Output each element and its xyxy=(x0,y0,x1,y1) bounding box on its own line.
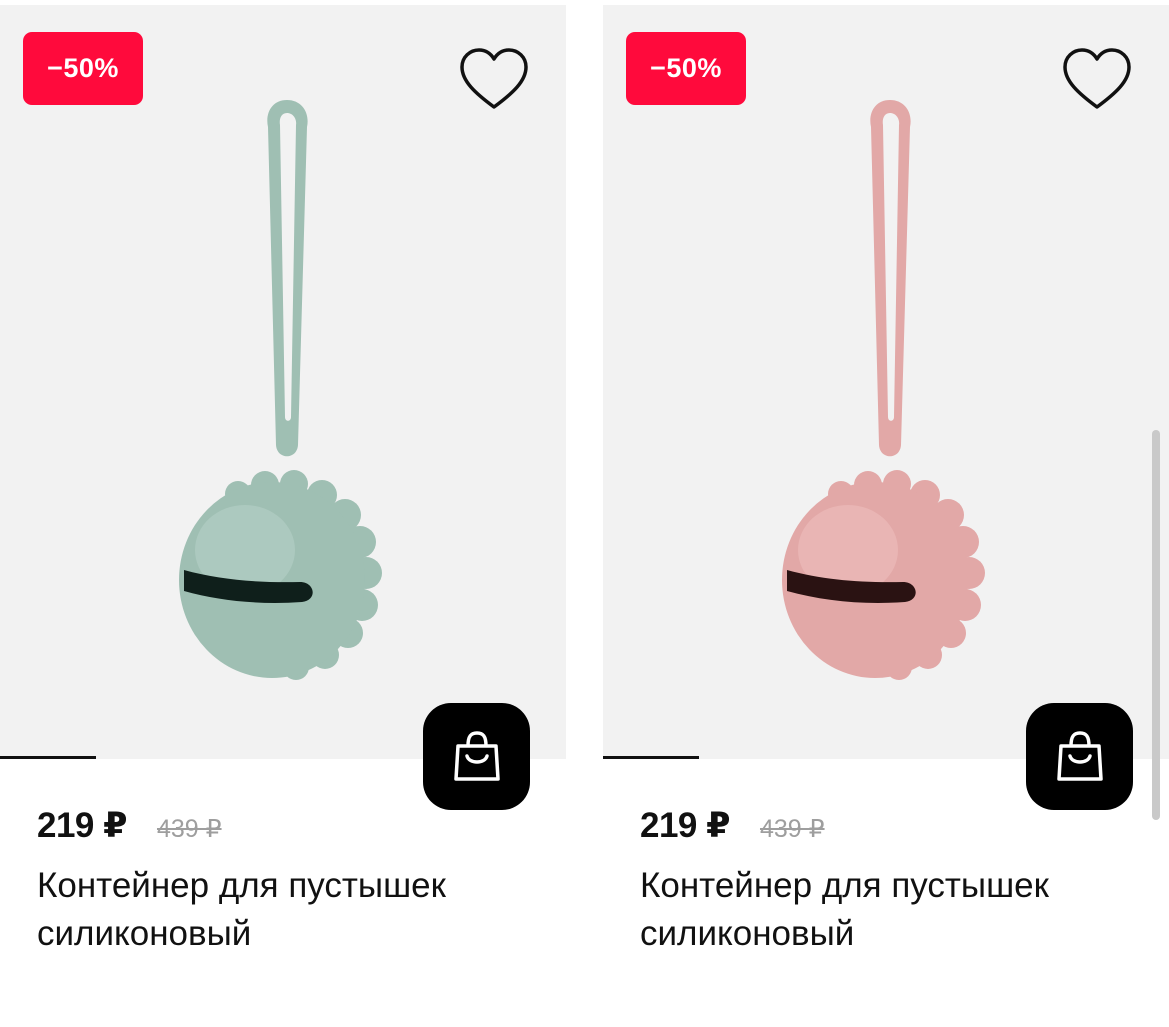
discount-badge: −50% xyxy=(23,32,143,105)
shopping-bag-icon xyxy=(1056,730,1103,781)
pacifier-container-image xyxy=(179,100,382,680)
old-price: 439 ₽ xyxy=(156,815,222,843)
price-row: 219 ₽ 439 ₽ xyxy=(640,806,825,856)
old-price: 439 ₽ xyxy=(759,815,825,843)
favorite-button[interactable] xyxy=(1058,43,1136,117)
add-to-cart-button[interactable] xyxy=(1026,703,1133,810)
product-title[interactable]: Контейнер для пустышек силиконовый xyxy=(37,862,557,958)
product-card[interactable]: −50% 219 ₽ 439 ₽ Контейнер для пустышек … xyxy=(0,0,566,1027)
product-title[interactable]: Контейнер для пустышек силиконовый xyxy=(640,862,1160,958)
scrollbar[interactable] xyxy=(1152,430,1160,820)
pacifier-container-image xyxy=(782,100,985,680)
product-image[interactable]: −50% xyxy=(0,5,566,759)
shopping-bag-icon xyxy=(453,730,500,781)
favorite-button[interactable] xyxy=(455,43,533,117)
heart-icon xyxy=(460,48,528,109)
add-to-cart-button[interactable] xyxy=(423,703,530,810)
heart-icon xyxy=(1063,48,1131,109)
current-price: 219 ₽ xyxy=(37,806,127,845)
image-pagination xyxy=(0,756,96,759)
product-card[interactable]: −50% 219 ₽ 439 ₽ Контейнер для пустышек … xyxy=(603,0,1169,1027)
image-pagination xyxy=(603,756,699,759)
price-row: 219 ₽ 439 ₽ xyxy=(37,806,222,856)
product-image[interactable]: −50% xyxy=(603,5,1169,759)
discount-badge: −50% xyxy=(626,32,746,105)
current-price: 219 ₽ xyxy=(640,806,730,845)
